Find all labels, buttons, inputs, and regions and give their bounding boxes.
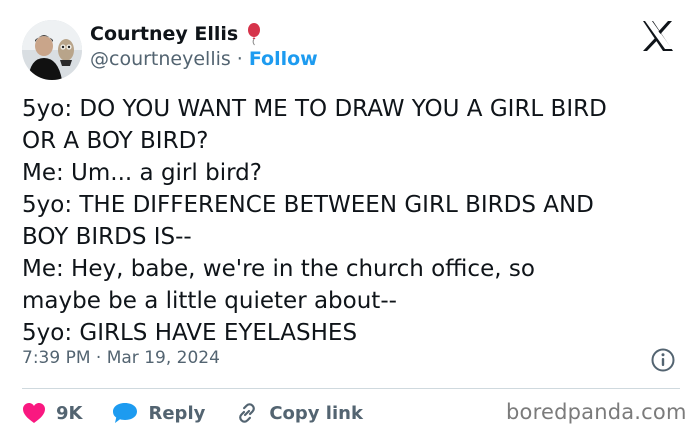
tweet-line: maybe be a little quieter about--	[22, 288, 397, 314]
author-name-row: Courtney Ellis	[90, 22, 262, 46]
heart-icon	[23, 403, 45, 423]
author-handle[interactable]: @courtneyellis	[90, 48, 231, 70]
x-logo-icon[interactable]	[640, 18, 676, 54]
avatar-image	[22, 20, 82, 80]
tweet-line: BOY BIRDS IS--	[22, 224, 192, 250]
tweet-text: 5yo: DO YOU WANT ME TO DRAW YOU A GIRL B…	[22, 93, 682, 349]
tweet-line: 5yo: THE DIFFERENCE BETWEEN GIRL BIRDS A…	[22, 192, 594, 218]
author-name[interactable]: Courtney Ellis	[90, 23, 238, 45]
balloon-icon	[248, 23, 261, 46]
tweet-card: Courtney Ellis @courtneyellis · Follow 5…	[0, 0, 700, 440]
separator-dot: ·	[236, 48, 243, 70]
follow-button[interactable]: Follow	[249, 48, 318, 70]
copy-link-button[interactable]: Copy link	[235, 401, 363, 425]
avatar[interactable]	[22, 20, 82, 80]
tweet-line: OR A BOY BIRD?	[22, 128, 209, 154]
link-icon	[239, 403, 256, 423]
reply-button[interactable]: Reply	[112, 402, 205, 424]
tweet-timestamp[interactable]: 7:39 PM · Mar 19, 2024	[22, 348, 220, 368]
tweet-line: Me: Hey, babe, we're in the church offic…	[22, 256, 535, 282]
watermark: boredpanda.com	[506, 400, 687, 424]
reply-label: Reply	[148, 402, 206, 424]
divider	[22, 388, 680, 389]
action-bar: 9K Reply Copy link	[22, 398, 363, 428]
copy-link-label: Copy link	[269, 402, 363, 424]
author-handle-row: @courtneyellis · Follow	[90, 48, 318, 70]
like-count: 9K	[56, 402, 83, 424]
tweet-line: 5yo: GIRLS HAVE EYELASHES	[22, 320, 358, 346]
reply-bubble-icon	[113, 403, 138, 423]
info-icon[interactable]	[650, 347, 676, 373]
like-button[interactable]: 9K	[22, 402, 82, 424]
tweet-line: Me: Um... a girl bird?	[22, 160, 262, 186]
tweet-line: 5yo: DO YOU WANT ME TO DRAW YOU A GIRL B…	[22, 96, 607, 122]
